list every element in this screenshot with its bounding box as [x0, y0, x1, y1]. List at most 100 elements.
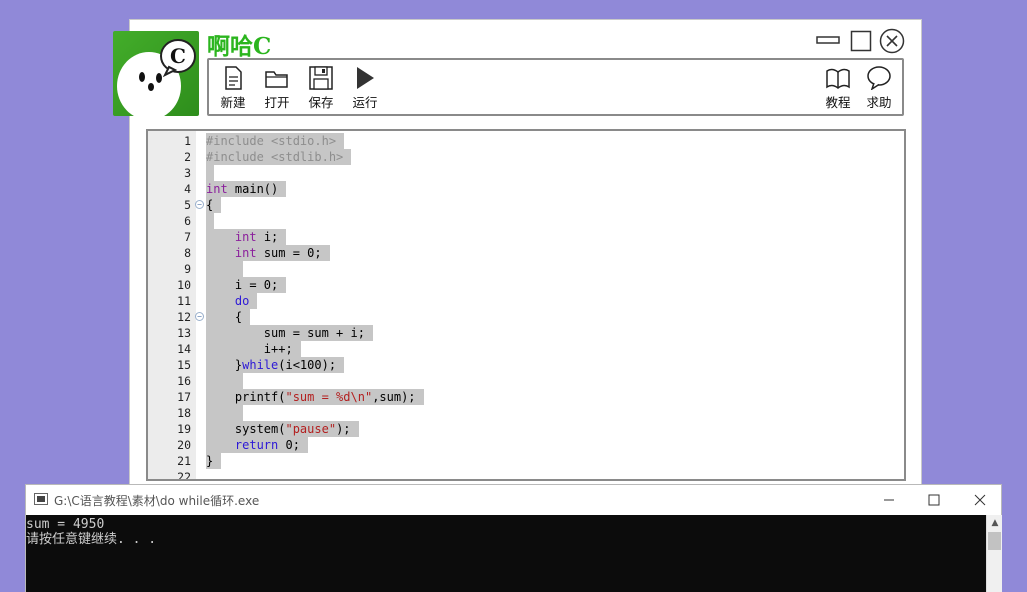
- new-button[interactable]: 新建: [213, 62, 253, 112]
- code-token: system(: [206, 422, 286, 436]
- line-number: 11: [177, 294, 191, 308]
- code-token: {: [206, 310, 243, 324]
- code-line[interactable]: 3: [148, 165, 898, 181]
- code-token: sum = 0;: [256, 246, 322, 260]
- app-logo: C: [113, 31, 199, 116]
- code-text: [206, 405, 243, 421]
- code-token: return: [234, 438, 279, 452]
- line-number: 7: [184, 230, 191, 244]
- code-token: ,sum);: [372, 390, 416, 404]
- line-number: 19: [177, 422, 191, 436]
- code-text: [206, 261, 243, 277]
- code-line[interactable]: 18: [148, 405, 898, 421]
- line-number: 2: [184, 150, 191, 164]
- code-token: int: [234, 230, 257, 244]
- line-number: 16: [177, 374, 191, 388]
- console-close-button[interactable]: [957, 485, 1003, 515]
- logo-letter: C: [170, 44, 186, 68]
- run-button[interactable]: 运行: [345, 62, 385, 112]
- code-line[interactable]: 21}: [148, 453, 898, 469]
- fold-toggle-icon[interactable]: −: [195, 200, 204, 209]
- scroll-up-arrow-icon[interactable]: ▲: [987, 515, 1003, 531]
- tutorial-label: 教程: [825, 95, 851, 110]
- line-number: 15: [177, 358, 191, 372]
- code-token: i++;: [206, 342, 293, 356]
- code-line[interactable]: 22: [148, 469, 898, 481]
- fold-toggle-icon[interactable]: −: [195, 312, 204, 321]
- speech-bubble-icon: [867, 66, 891, 90]
- code-token: }: [206, 454, 214, 468]
- play-icon: [357, 67, 374, 89]
- tutorial-button[interactable]: 教程: [818, 62, 858, 112]
- code-line[interactable]: 9: [148, 261, 898, 277]
- code-text: }while(i<100);: [206, 357, 345, 373]
- code-line[interactable]: 19 system("pause");: [148, 421, 898, 437]
- run-label: 运行: [352, 95, 378, 110]
- code-text: i = 0;: [206, 277, 287, 293]
- code-line[interactable]: 16: [148, 373, 898, 389]
- code-line[interactable]: 4 int main(): [148, 181, 898, 197]
- code-line[interactable]: 13 sum = sum + i;: [148, 325, 898, 341]
- code-token: {: [206, 198, 214, 212]
- code-line[interactable]: 20 return 0;: [148, 437, 898, 453]
- code-line[interactable]: 2 #include <stdlib.h>: [148, 149, 898, 165]
- save-button[interactable]: 保存: [301, 62, 341, 112]
- code-text: [206, 213, 214, 229]
- scroll-thumb[interactable]: [988, 532, 1001, 550]
- code-text: }: [206, 453, 222, 469]
- code-token: (i<100);: [278, 358, 337, 372]
- console-minimize-button[interactable]: [866, 485, 912, 515]
- help-label: 求助: [866, 95, 892, 110]
- code-token: int: [234, 246, 257, 260]
- line-number: 21: [177, 454, 191, 468]
- toolbar: 新建 打开 保存 运行 教程 求助: [207, 58, 904, 116]
- console-title: G:\C语言教程\素材\do while循环.exe: [54, 494, 260, 508]
- code-token: }: [206, 358, 243, 372]
- folder-icon: [265, 71, 288, 88]
- minimize-button[interactable]: [815, 33, 841, 47]
- code-line[interactable]: 15 }while(i<100);: [148, 357, 898, 373]
- open-button[interactable]: 打开: [257, 62, 297, 112]
- console-scrollbar[interactable]: ▲: [986, 515, 1002, 592]
- code-line[interactable]: 8 int sum = 0;: [148, 245, 898, 261]
- new-file-icon: [225, 66, 242, 90]
- book-icon: [826, 68, 850, 89]
- code-token: main(): [227, 182, 279, 196]
- line-number: 22: [177, 470, 191, 481]
- console-titlebar: G:\C语言教程\素材\do while循环.exe: [26, 485, 1001, 515]
- code-line[interactable]: 1 #include <stdio.h>: [148, 133, 898, 149]
- code-text: #include <stdio.h>: [206, 133, 345, 149]
- line-number: 4: [184, 182, 191, 196]
- code-token: sum = sum + i;: [206, 326, 365, 340]
- close-button[interactable]: [878, 28, 906, 54]
- code-line[interactable]: 12− {: [148, 309, 898, 325]
- save-disk-icon: [309, 66, 333, 90]
- save-label: 保存: [308, 95, 334, 110]
- code-editor[interactable]: 1 #include <stdio.h> 2 #include <stdlib.h> 3…: [146, 129, 906, 481]
- code-line[interactable]: 6: [148, 213, 898, 229]
- code-line[interactable]: 5−{: [148, 197, 898, 213]
- code-text: {: [206, 197, 222, 213]
- code-token: while: [242, 358, 279, 372]
- code-line[interactable]: 11 do: [148, 293, 898, 309]
- code-text: [206, 165, 214, 181]
- code-token: );: [336, 422, 351, 436]
- console-output[interactable]: sum = 4950 请按任意键继续. . .: [26, 515, 986, 592]
- code-line[interactable]: 17 printf("sum = %d\n",sum);: [148, 389, 898, 405]
- open-label: 打开: [264, 95, 290, 110]
- code-token: int: [206, 182, 228, 196]
- console-maximize-button[interactable]: [911, 485, 957, 515]
- code-line[interactable]: 14 i++;: [148, 341, 898, 357]
- code-token: #include <stdio.h>: [206, 134, 337, 148]
- maximize-button[interactable]: [848, 29, 874, 53]
- help-button[interactable]: 求助: [859, 62, 899, 112]
- code-line[interactable]: 7 int i;: [148, 229, 898, 245]
- code-line[interactable]: 10 i = 0;: [148, 277, 898, 293]
- code-text: int sum = 0;: [206, 245, 330, 261]
- code-text: system("pause");: [206, 421, 359, 437]
- line-number: 9: [184, 262, 191, 276]
